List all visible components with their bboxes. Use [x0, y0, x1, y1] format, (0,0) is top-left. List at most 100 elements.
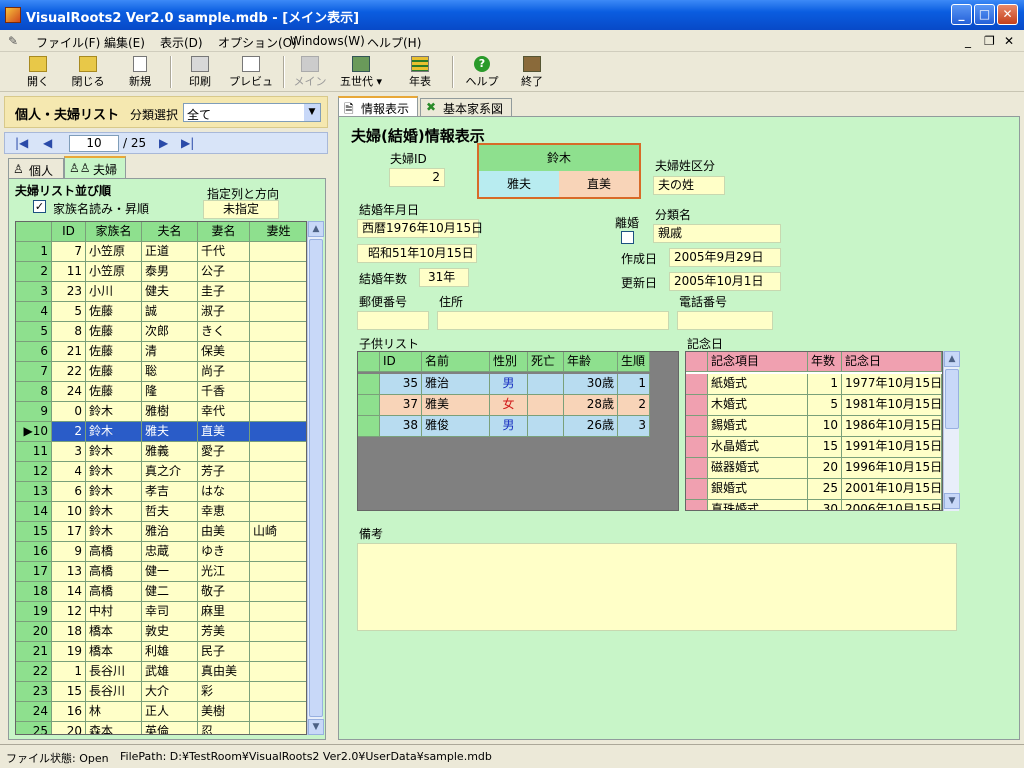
column-header[interactable]: ID — [380, 352, 422, 372]
row-header[interactable]: 9 — [16, 402, 52, 422]
table-cell[interactable]: 水晶婚式 — [708, 437, 808, 458]
table-cell[interactable]: 幸代 — [198, 402, 250, 422]
table-cell[interactable]: 20 — [808, 458, 842, 479]
row-header[interactable]: 19 — [16, 602, 52, 622]
mdi-minimize-icon[interactable]: _ — [965, 34, 971, 48]
table-cell[interactable] — [250, 322, 306, 342]
table-cell[interactable]: 直美 — [198, 422, 250, 442]
table-cell[interactable]: 彩 — [198, 682, 250, 702]
table-cell[interactable]: 大介 — [142, 682, 198, 702]
table-cell[interactable]: 清 — [142, 342, 198, 362]
table-cell[interactable]: 2001年10月15日 — [842, 479, 942, 500]
minimize-button[interactable]: _ — [951, 4, 972, 25]
table-cell[interactable]: 38 — [380, 416, 422, 437]
table-cell[interactable]: 女 — [490, 395, 528, 416]
row-header[interactable] — [686, 458, 708, 479]
row-header[interactable] — [358, 416, 380, 437]
table-cell[interactable] — [250, 562, 306, 582]
row-header[interactable]: 2 — [16, 262, 52, 282]
row-header[interactable] — [358, 374, 380, 395]
row-header[interactable] — [686, 479, 708, 500]
table-cell[interactable]: 健一 — [142, 562, 198, 582]
new-button[interactable]: 新規 — [118, 54, 162, 90]
table-cell[interactable]: 佐藤 — [86, 362, 142, 382]
table-cell[interactable] — [250, 722, 306, 734]
table-cell[interactable]: 幸恵 — [198, 502, 250, 522]
table-cell[interactable]: 正人 — [142, 702, 198, 722]
column-header[interactable]: 記念日 — [842, 352, 942, 372]
row-header[interactable] — [686, 437, 708, 458]
table-cell[interactable]: 銀婚式 — [708, 479, 808, 500]
row-header[interactable]: 7 — [16, 362, 52, 382]
table-cell[interactable]: 由美 — [198, 522, 250, 542]
table-cell[interactable]: 正道 — [142, 242, 198, 262]
table-cell[interactable]: 3 — [52, 442, 86, 462]
table-cell[interactable] — [250, 622, 306, 642]
table-cell[interactable] — [250, 242, 306, 262]
column-header[interactable]: 家族名 — [86, 222, 142, 242]
table-cell[interactable]: 保美 — [198, 342, 250, 362]
table-cell[interactable]: 雅治 — [142, 522, 198, 542]
wife-name[interactable]: 直美 — [559, 171, 639, 197]
menu-edit[interactable]: 編集(E) — [104, 34, 145, 51]
table-cell[interactable]: 敬子 — [198, 582, 250, 602]
table-cell[interactable]: 35 — [380, 374, 422, 395]
row-header[interactable]: 18 — [16, 582, 52, 602]
table-cell[interactable]: 1977年10月15日 — [842, 374, 942, 395]
main-button[interactable]: メイン — [288, 54, 332, 90]
column-header[interactable]: 夫名 — [142, 222, 198, 242]
husband-name[interactable]: 雅夫 — [479, 171, 559, 197]
table-cell[interactable]: 12 — [52, 602, 86, 622]
table-cell[interactable]: 麻里 — [198, 602, 250, 622]
table-cell[interactable]: 23 — [52, 282, 86, 302]
table-cell[interactable]: 光江 — [198, 562, 250, 582]
table-cell[interactable]: 26歳 — [564, 416, 618, 437]
menu-help[interactable]: ヘルプ(H) — [367, 34, 421, 51]
table-cell[interactable]: 忍 — [198, 722, 250, 734]
row-header[interactable]: 1 — [16, 242, 52, 262]
scroll-thumb[interactable] — [309, 239, 323, 717]
column-header[interactable]: 死亡 — [528, 352, 564, 372]
table-cell[interactable]: 真之介 — [142, 462, 198, 482]
row-header[interactable]: 25 — [16, 722, 52, 734]
table-cell[interactable]: 孝吉 — [142, 482, 198, 502]
table-cell[interactable]: 健夫 — [142, 282, 198, 302]
column-header[interactable]: 名前 — [422, 352, 490, 372]
table-cell[interactable]: 3 — [618, 416, 650, 437]
exit-button[interactable]: 終了 — [510, 54, 554, 90]
table-cell[interactable]: 小笠原 — [86, 242, 142, 262]
table-cell[interactable]: 淑子 — [198, 302, 250, 322]
row-header[interactable]: 11 — [16, 442, 52, 462]
row-header[interactable]: 22 — [16, 662, 52, 682]
table-cell[interactable]: 22 — [52, 362, 86, 382]
category-name-field[interactable]: 親戚 — [653, 224, 781, 243]
open-button[interactable]: 開く — [16, 54, 60, 90]
table-cell[interactable]: 中村 — [86, 602, 142, 622]
table-cell[interactable]: 鈴木 — [86, 422, 142, 442]
table-cell[interactable] — [250, 422, 306, 442]
column-header[interactable]: ID — [52, 222, 86, 242]
row-header[interactable]: 14 — [16, 502, 52, 522]
mdi-icon[interactable]: ✎ — [8, 34, 18, 48]
table-cell[interactable]: 37 — [380, 395, 422, 416]
row-header[interactable]: 21 — [16, 642, 52, 662]
scroll-thumb[interactable] — [945, 369, 959, 429]
table-cell[interactable]: 高橋 — [86, 582, 142, 602]
app-icon[interactable] — [5, 7, 21, 23]
divorce-checkbox[interactable] — [621, 231, 634, 244]
table-cell[interactable]: 佐藤 — [86, 382, 142, 402]
table-cell[interactable] — [250, 702, 306, 722]
table-cell[interactable]: 敦史 — [142, 622, 198, 642]
table-cell[interactable]: 芳美 — [198, 622, 250, 642]
table-cell[interactable]: 10 — [52, 502, 86, 522]
table-cell[interactable]: 男 — [490, 374, 528, 395]
column-header[interactable]: 妻名 — [198, 222, 250, 242]
table-cell[interactable]: きく — [198, 322, 250, 342]
table-cell[interactable] — [250, 602, 306, 622]
table-cell[interactable]: 7 — [52, 242, 86, 262]
tab-individual[interactable]: ♙ 個人 — [8, 158, 64, 178]
marriage-date-ad[interactable]: 西暦1976年10月15日 — [357, 219, 483, 238]
table-cell[interactable]: 聡 — [142, 362, 198, 382]
table-cell[interactable]: 鈴木 — [86, 442, 142, 462]
row-header[interactable] — [686, 395, 708, 416]
